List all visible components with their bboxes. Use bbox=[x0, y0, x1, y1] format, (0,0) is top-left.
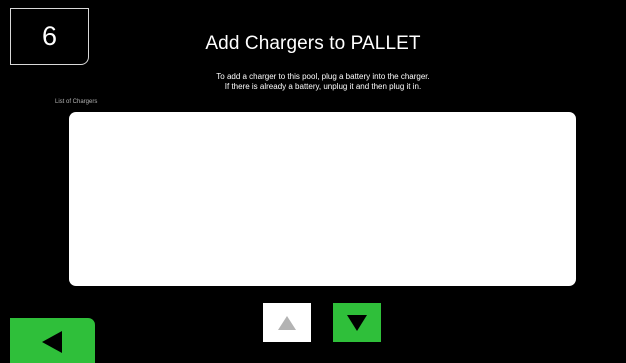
triangle-left-icon bbox=[41, 330, 62, 353]
back-button[interactable] bbox=[10, 318, 95, 363]
scroll-down-button[interactable] bbox=[333, 303, 381, 342]
instructions: To add a charger to this pool, plug a ba… bbox=[0, 72, 626, 92]
charger-list[interactable] bbox=[69, 112, 576, 286]
instruction-line-1: To add a charger to this pool, plug a ba… bbox=[216, 72, 430, 81]
charger-list-label: List of Chargers bbox=[55, 99, 98, 105]
scroll-up-button[interactable] bbox=[263, 303, 311, 342]
triangle-down-icon bbox=[347, 314, 367, 331]
instruction-line-2: If there is already a battery, unplug it… bbox=[224, 82, 422, 91]
page-title: Add Chargers to PALLET bbox=[205, 33, 421, 54]
triangle-up-icon bbox=[278, 315, 296, 330]
